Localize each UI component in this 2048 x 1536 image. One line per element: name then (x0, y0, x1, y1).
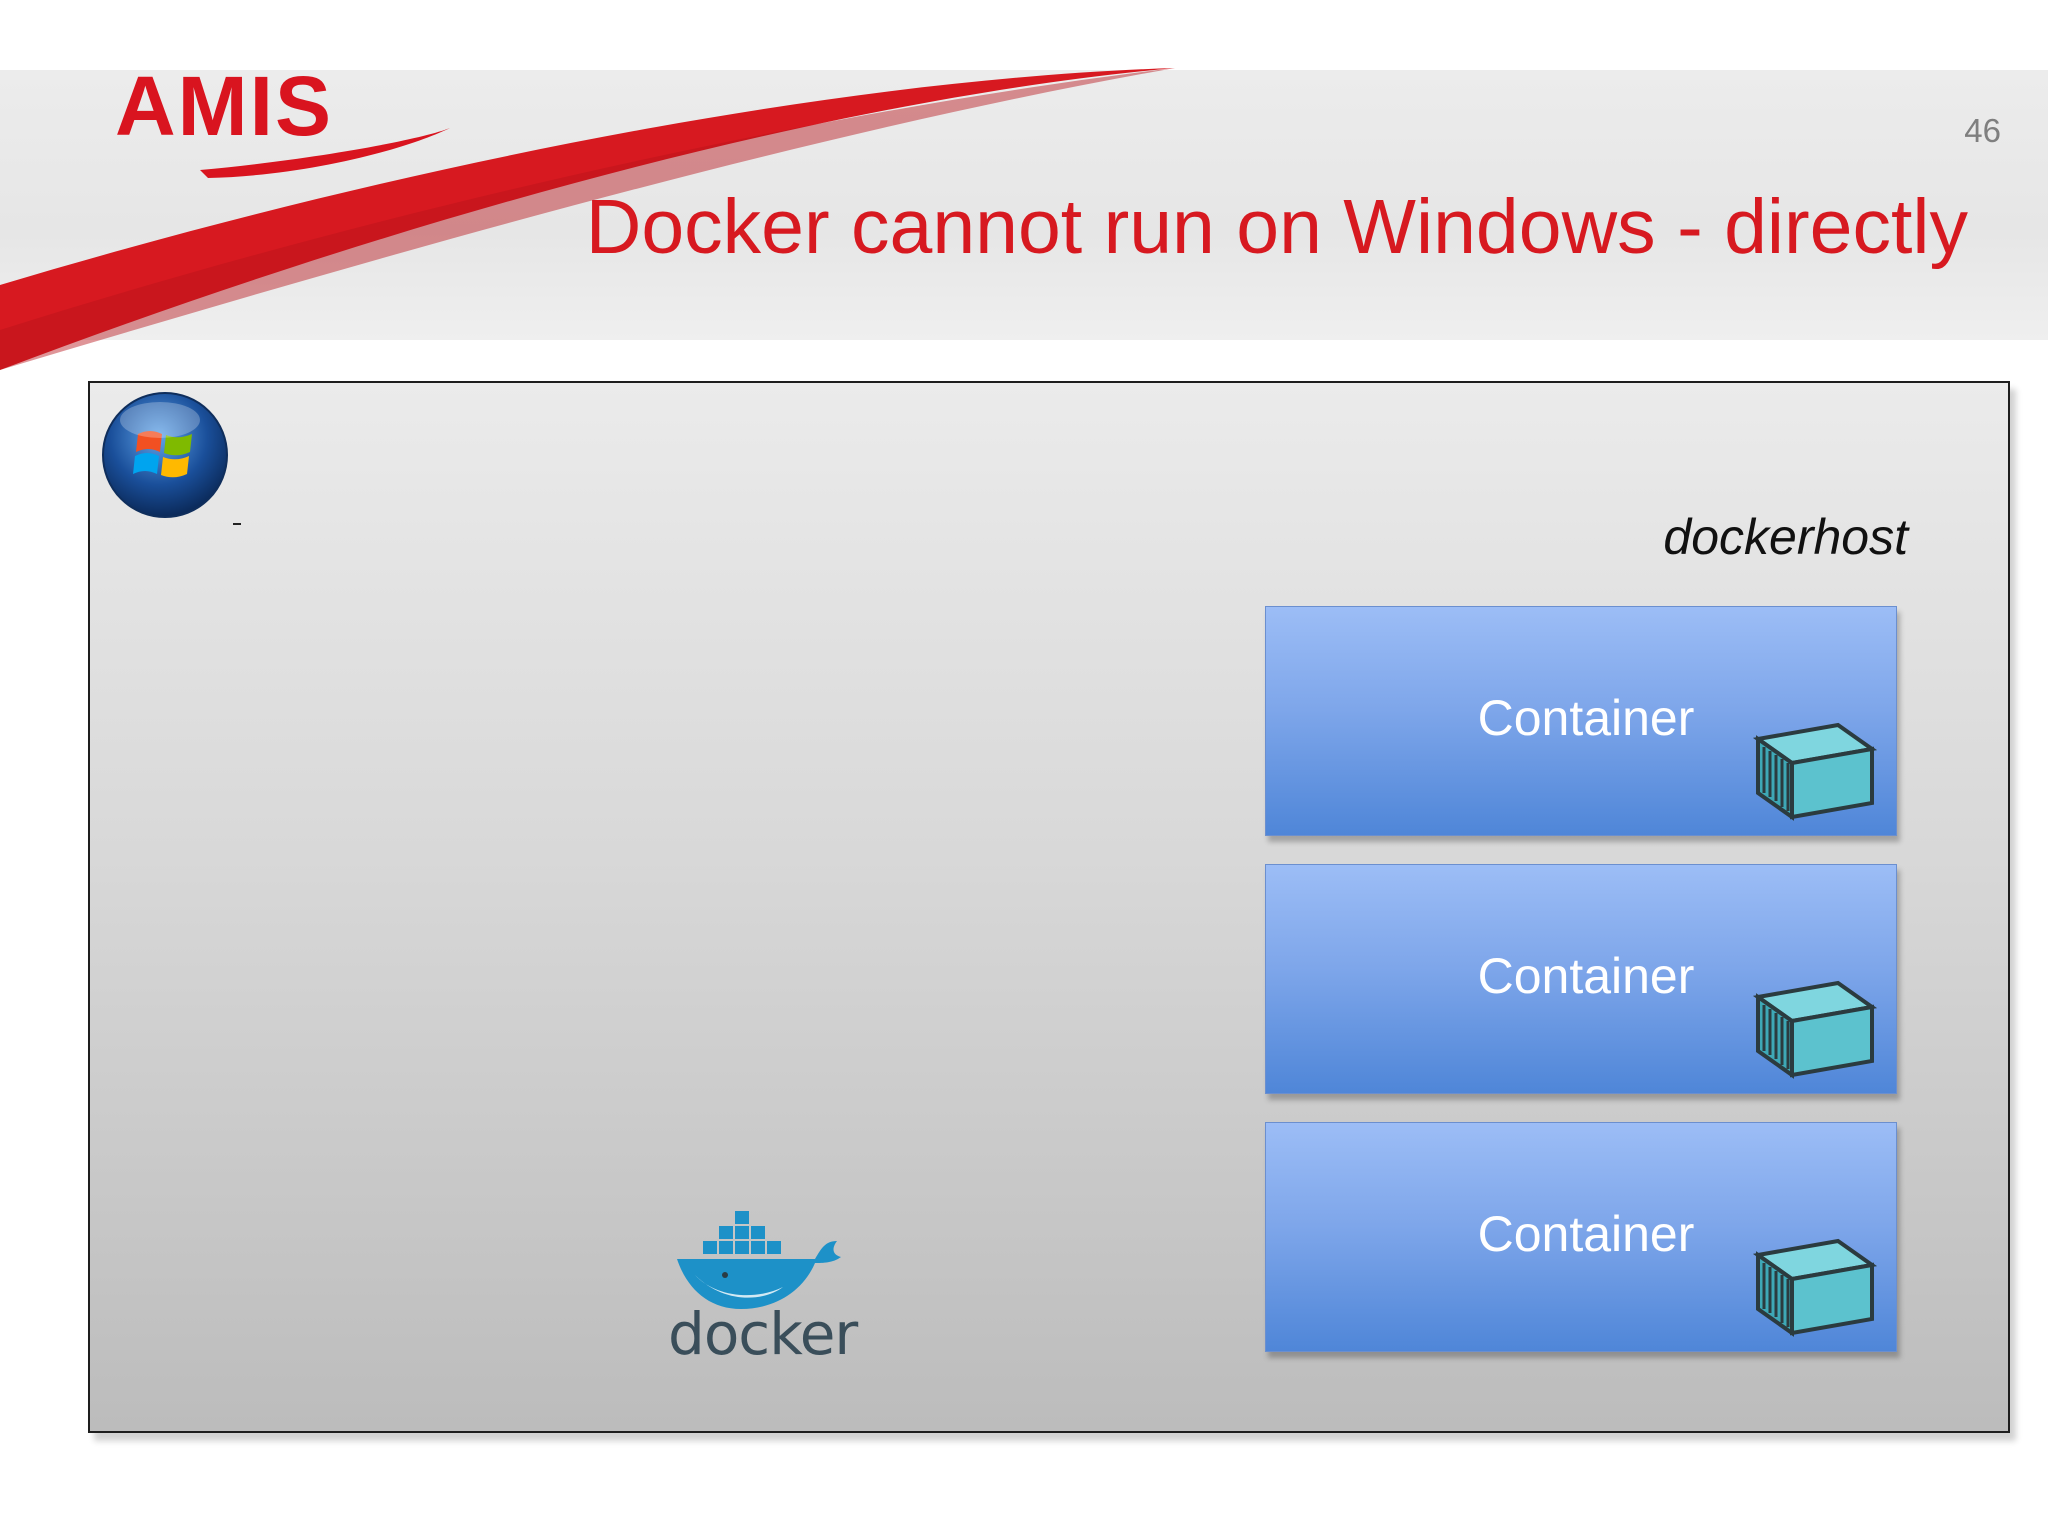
docker-logo-text: docker (668, 1300, 858, 1368)
shipping-container-icon (1752, 1238, 1878, 1337)
windows-logo-icon (102, 392, 228, 518)
shipping-container-icon (1752, 980, 1878, 1079)
tick-mark (233, 523, 241, 525)
container-box: Container (1265, 864, 1897, 1094)
slide-number: 46 (1964, 112, 2001, 149)
slide-title: Docker cannot run on Windows - directly (585, 184, 1968, 270)
docker-whale-icon (677, 1211, 841, 1309)
dockerhost-label: dockerhost (1663, 509, 1908, 565)
amis-logo-swoosh-icon (200, 128, 450, 178)
container-box: Container (1265, 606, 1897, 836)
shipping-container-icon (1752, 722, 1878, 821)
container-box: Container (1265, 1122, 1897, 1352)
